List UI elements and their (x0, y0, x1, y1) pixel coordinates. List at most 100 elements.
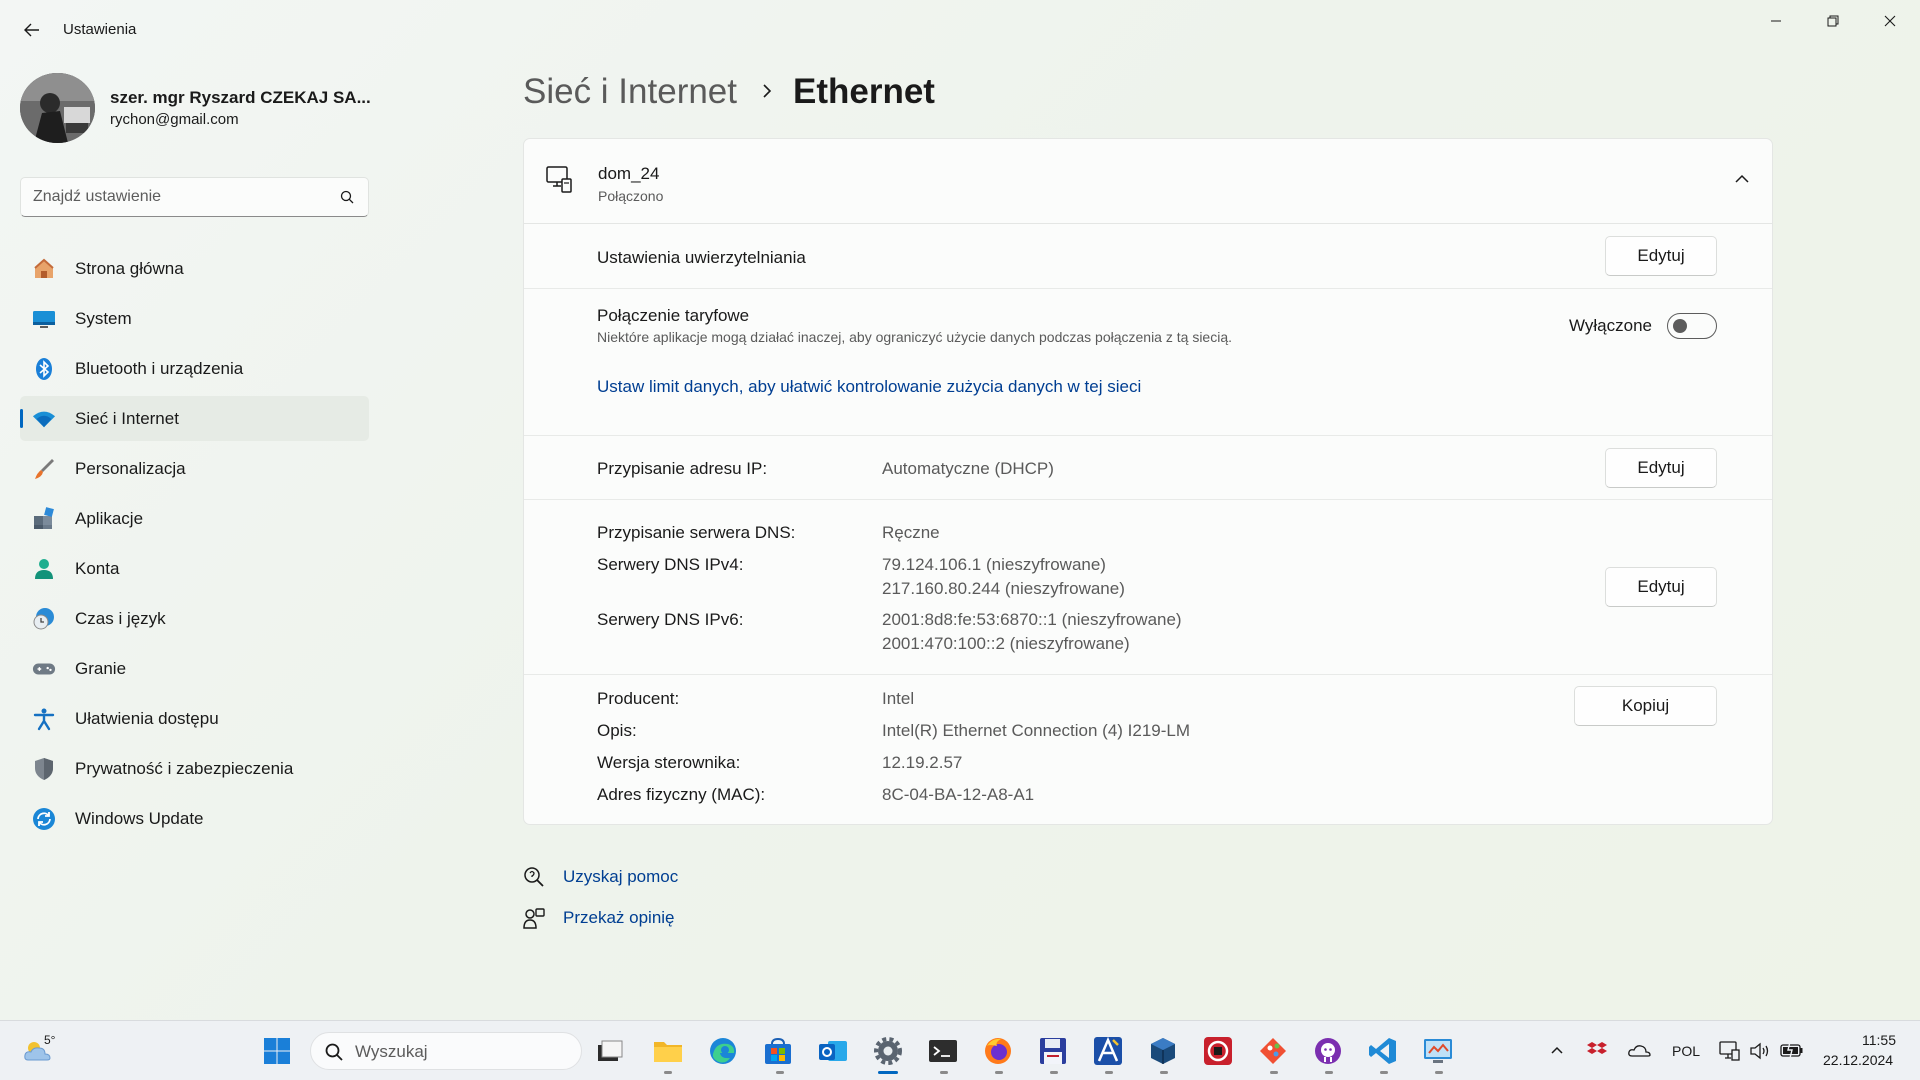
drawing-app-icon (1094, 1036, 1122, 1065)
taskbar-settings[interactable] (870, 1033, 906, 1069)
mac-address-value: 8C-04-BA-12-A8-A1 (882, 785, 1035, 804)
dns-ipv6-value: 2001:470:100::2 (nieszyfrowane) (882, 634, 1130, 653)
minimize-button[interactable] (1748, 6, 1804, 36)
sidebar-item-label: Personalizacja (75, 459, 186, 478)
auth-settings-label: Ustawienia uwierzytelniania (597, 248, 806, 267)
get-help-link[interactable]: Uzyskaj pomoc (563, 867, 678, 887)
start-button[interactable] (259, 1033, 295, 1069)
dns-ipv6-value: 2001:8d8:fe:53:6870::1 (nieszyfrowane) (882, 610, 1182, 629)
avatar-photo-icon (20, 73, 95, 143)
onedrive-cloud-icon[interactable] (1627, 1042, 1651, 1058)
breadcrumb-parent[interactable]: Sieć i Internet (523, 72, 737, 112)
sidebar-item-bluetooth[interactable]: Bluetooth i urządzenia (20, 346, 369, 391)
network-ethernet-icon[interactable] (1719, 1040, 1741, 1062)
network-header[interactable]: dom_24 Połączono (524, 139, 1772, 224)
taskbar-terminal[interactable] (925, 1033, 961, 1069)
git-icon (1260, 1038, 1286, 1064)
feedback-row[interactable]: Przekaż opinię (523, 907, 675, 929)
taskbar-git[interactable] (1255, 1033, 1291, 1069)
clock-time[interactable]: 11:55 (1862, 1032, 1896, 1048)
restore-button[interactable] (1805, 6, 1861, 36)
dns-ipv4-value: 79.124.106.1 (nieszyfrowane) (882, 555, 1106, 574)
taskbar-vscode[interactable] (1365, 1033, 1401, 1069)
taskbar-search[interactable]: Wyszukaj (310, 1032, 582, 1070)
feedback-link[interactable]: Przekaż opinię (563, 908, 675, 928)
taskbar: 5° Wyszukaj POL 11:55 22.12.2024 (0, 1020, 1920, 1080)
dropbox-tray-icon[interactable] (1586, 1040, 1608, 1060)
help-chat-icon (524, 867, 544, 887)
running-indicator (940, 1071, 948, 1074)
metered-description: Niektóre aplikacje mogą działać inaczej,… (597, 329, 1232, 345)
taskbar-store[interactable] (760, 1033, 796, 1069)
system-icon (32, 307, 56, 331)
sidebar-item-network[interactable]: Sieć i Internet (20, 396, 369, 441)
metered-label: Połączenie taryfowe (597, 306, 750, 325)
taskbar-firefox[interactable] (980, 1033, 1016, 1069)
avatar[interactable] (20, 73, 95, 143)
taskbar-control-panel[interactable] (1420, 1033, 1456, 1069)
data-limit-link[interactable]: Ustaw limit danych, aby ułatwić kontrolo… (597, 377, 1141, 397)
sidebar-item-system[interactable]: System (20, 296, 369, 341)
sidebar-item-label: System (75, 309, 132, 328)
chevron-up-icon[interactable] (1734, 173, 1750, 185)
taskbar-github[interactable] (1310, 1033, 1346, 1069)
home-icon (32, 257, 56, 281)
taskbar-virtualbox[interactable] (1145, 1033, 1181, 1069)
search-input[interactable] (33, 186, 323, 208)
sidebar-item-time-language[interactable]: Czas i język (20, 596, 369, 641)
running-indicator (1270, 1071, 1278, 1074)
back-arrow-icon (24, 23, 39, 37)
chevron-up-icon[interactable] (1550, 1045, 1564, 1055)
sidebar-item-personalization[interactable]: Personalizacja (20, 446, 369, 491)
driver-version-value: 12.19.2.57 (882, 753, 963, 772)
sidebar-item-label: Sieć i Internet (75, 409, 179, 428)
dns-edit-button[interactable]: Edytuj (1605, 567, 1717, 607)
sidebar-item-apps[interactable]: Aplikacje (20, 496, 369, 541)
dns-ipv4-value: 217.160.80.244 (nieszyfrowane) (882, 579, 1125, 598)
close-button[interactable] (1862, 6, 1918, 36)
taskbar-gallery-app[interactable] (1200, 1033, 1236, 1069)
divider (524, 288, 1772, 289)
metered-toggle[interactable] (1667, 313, 1717, 339)
taskbar-save-app[interactable] (1035, 1033, 1071, 1069)
clock-date[interactable]: 22.12.2024 (1823, 1052, 1893, 1068)
shield-icon (32, 757, 56, 781)
copy-button[interactable]: Kopiuj (1574, 686, 1717, 726)
back-button[interactable] (16, 16, 48, 44)
settings-search[interactable] (20, 177, 369, 217)
page-title: Ethernet (793, 72, 935, 111)
taskbar-file-explorer[interactable] (650, 1033, 686, 1069)
running-indicator (1050, 1071, 1058, 1074)
volume-icon[interactable] (1749, 1041, 1771, 1061)
sidebar-item-windows-update[interactable]: Windows Update (20, 796, 369, 841)
running-indicator (1380, 1071, 1388, 1074)
auth-edit-button[interactable]: Edytuj (1605, 236, 1717, 276)
battery-icon[interactable] (1780, 1041, 1804, 1059)
sidebar-item-accounts[interactable]: Konta (20, 546, 369, 591)
sidebar-item-label: Ułatwienia dostępu (75, 709, 219, 728)
outlook-icon (819, 1041, 847, 1061)
sidebar-item-privacy[interactable]: Prywatność i zabezpieczenia (20, 746, 369, 791)
feedback-person-icon (523, 908, 545, 929)
taskbar-outlook[interactable] (815, 1033, 851, 1069)
sidebar-item-label: Strona główna (75, 259, 184, 278)
taskbar-edge[interactable] (705, 1033, 741, 1069)
task-view-button[interactable] (592, 1033, 628, 1069)
running-indicator (1325, 1071, 1333, 1074)
app-title: Ustawienia (63, 21, 137, 38)
sidebar-item-accessibility[interactable]: Ułatwienia dostępu (20, 696, 369, 741)
search-icon (325, 1043, 343, 1061)
toggle-knob (1673, 319, 1687, 333)
sidebar-item-gaming[interactable]: Granie (20, 646, 369, 691)
dns-ipv4-label: Serwery DNS IPv4: (597, 555, 744, 574)
sidebar-item-home[interactable]: Strona główna (20, 246, 369, 291)
running-indicator (1160, 1071, 1168, 1074)
ip-edit-button[interactable]: Edytuj (1605, 448, 1717, 488)
gamepad-icon (32, 657, 56, 681)
apps-icon (32, 507, 56, 531)
taskbar-drawing-app[interactable] (1090, 1033, 1126, 1069)
edge-icon (710, 1038, 736, 1064)
save-disk-icon (1040, 1038, 1066, 1064)
get-help-row[interactable]: Uzyskaj pomoc (523, 866, 678, 888)
input-language[interactable]: POL (1672, 1043, 1700, 1059)
